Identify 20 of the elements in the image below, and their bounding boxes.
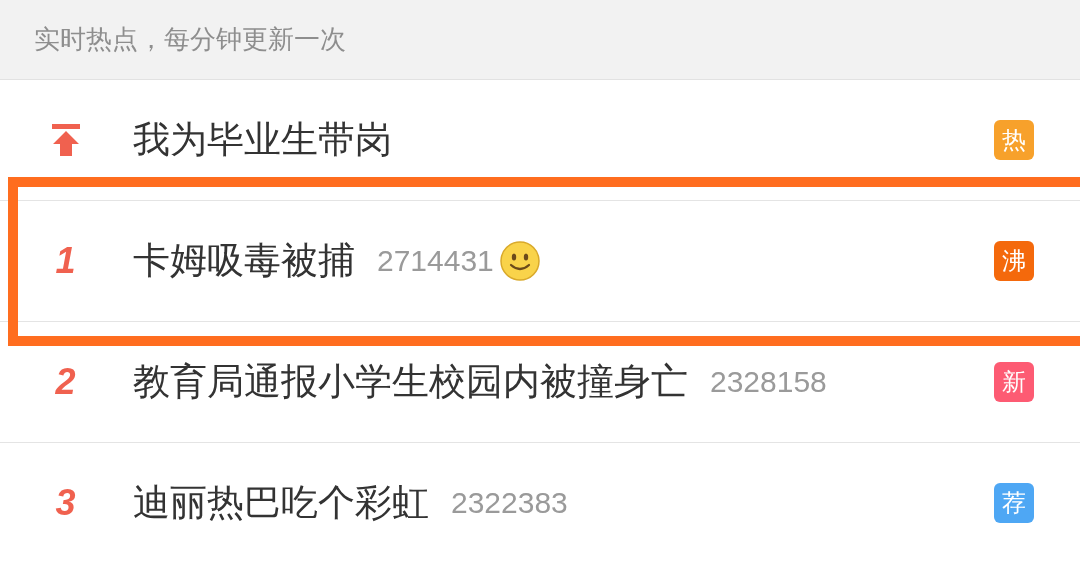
rank-number: 2: [55, 361, 76, 403]
topic-title: 我为毕业生带岗: [133, 117, 392, 163]
topic-badge: 热: [994, 120, 1034, 160]
rank-number: 3: [55, 482, 76, 524]
heat-count: 2328158: [710, 365, 827, 399]
topic-badge: 新: [994, 362, 1034, 402]
pin-to-top-icon: [50, 123, 81, 157]
topic-badge: 荐: [994, 483, 1034, 523]
hot-topic-row[interactable]: 3 迪丽热巴吃个彩虹 2322383 荐: [0, 443, 1080, 563]
topic-title: 教育局通报小学生校园内被撞身亡: [133, 359, 688, 405]
topic-badge: 沸: [994, 241, 1034, 281]
heat-count: 2322383: [451, 486, 568, 520]
rank-number: 1: [55, 240, 76, 282]
topic-title: 卡姆吸毒被捕: [133, 238, 355, 284]
hot-topic-row[interactable]: 2 教育局通报小学生校园内被撞身亡 2328158 新: [0, 322, 1080, 443]
hot-topic-row[interactable]: 1 卡姆吸毒被捕 2714431 沸: [0, 201, 1080, 322]
heat-count: 2714431: [377, 244, 494, 278]
topic-title: 迪丽热巴吃个彩虹: [133, 480, 429, 526]
hot-topic-row[interactable]: 我为毕业生带岗 热: [0, 80, 1080, 201]
header-text: 实时热点，每分钟更新一次: [34, 23, 346, 56]
